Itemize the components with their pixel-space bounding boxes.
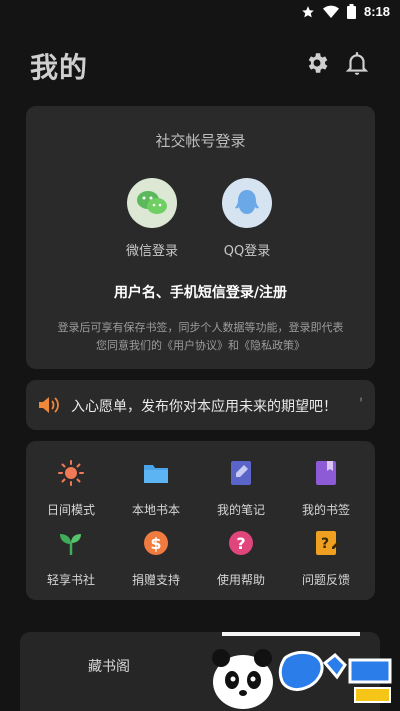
gear-icon[interactable]	[304, 50, 330, 76]
grid-item-my-bookmarks[interactable]: 我的书签	[291, 459, 361, 518]
grid-label: 轻享书社	[46, 573, 95, 587]
help-icon: ?	[229, 531, 253, 555]
notice-trailing: '	[359, 396, 363, 412]
grid-label: 捐赠支持	[131, 573, 180, 587]
grid-item-donate[interactable]: $ 捐赠支持	[121, 529, 191, 588]
feature-grid: 日间模式 本地书本 我的笔记 我的书签 轻享书社 $ 捐赠支持 ? 使用帮助 ?…	[26, 441, 375, 600]
battery-icon	[346, 4, 356, 19]
qq-login-label: QQ登录	[223, 244, 271, 259]
grid-item-book-club[interactable]: 轻享书社	[36, 529, 106, 588]
wifi-icon	[322, 5, 339, 18]
username-login-link[interactable]: 用户名、手机短信登录/注册	[26, 282, 375, 302]
wechat-login-button[interactable]: 微信登录	[112, 178, 192, 259]
wishlist-notice[interactable]: 入心愿单，发布你对本应用未来的期望吧！ '	[26, 380, 375, 430]
wechat-login-label: 微信登录	[125, 244, 178, 259]
notice-text: 入心愿单，发布你对本应用未来的期望吧！	[71, 399, 337, 415]
wechat-icon	[137, 191, 167, 214]
feedback-icon: ?	[316, 531, 339, 555]
note-icon	[231, 461, 251, 485]
grid-item-feedback[interactable]: ? 问题反馈	[291, 529, 361, 588]
grid-label: 我的笔记	[216, 503, 265, 517]
agreement-line-2[interactable]: 您同意我们的《用户协议》和《隐私政策》	[38, 337, 363, 355]
grid-label: 日间模式	[46, 503, 95, 517]
bell-icon[interactable]	[344, 50, 370, 76]
grid-label: 使用帮助	[216, 573, 265, 587]
svg-text:?: ?	[236, 534, 245, 553]
svg-text:$: $	[150, 534, 161, 553]
grid-item-local-books[interactable]: 本地书本	[121, 459, 191, 518]
dollar-icon: $	[144, 531, 168, 555]
grid-label: 问题反馈	[301, 573, 350, 587]
panda-logo-watermark	[212, 649, 392, 709]
grid-label: 我的书签	[301, 503, 350, 517]
sprout-icon	[60, 534, 81, 555]
bookshelf-label: 藏书阁	[88, 659, 130, 675]
grid-item-my-notes[interactable]: 我的笔记	[206, 459, 276, 518]
grid-item-day-mode[interactable]: 日间模式	[36, 459, 106, 518]
bookmark-icon	[316, 461, 336, 485]
agreement-line-1: 登录后可享有保存书签，同步个人数据等功能，登录即代表	[57, 321, 344, 334]
folder-icon	[144, 465, 168, 483]
sun-icon	[58, 460, 84, 486]
grid-item-help[interactable]: ? 使用帮助	[206, 529, 276, 588]
page-title: 我的	[30, 51, 89, 84]
star-icon	[302, 5, 314, 17]
status-time: 8:18	[363, 4, 390, 19]
speaker-icon	[39, 397, 59, 413]
login-title: 社交帐号登录	[155, 132, 246, 150]
highlight-bar	[222, 632, 360, 636]
grid-label: 本地书本	[131, 503, 180, 517]
login-card: 社交帐号登录 微信登录 QQ登录 用户名、手机短信登录/注册 登录后可享有保存书…	[26, 106, 375, 369]
qq-icon	[235, 190, 259, 214]
qq-login-button[interactable]: QQ登录	[207, 178, 287, 259]
svg-text:?: ?	[321, 536, 329, 552]
agreement-text: 登录后可享有保存书签，同步个人数据等功能，登录即代表 您同意我们的《用户协议》和…	[38, 319, 363, 355]
status-bar: 8:18	[0, 0, 400, 26]
